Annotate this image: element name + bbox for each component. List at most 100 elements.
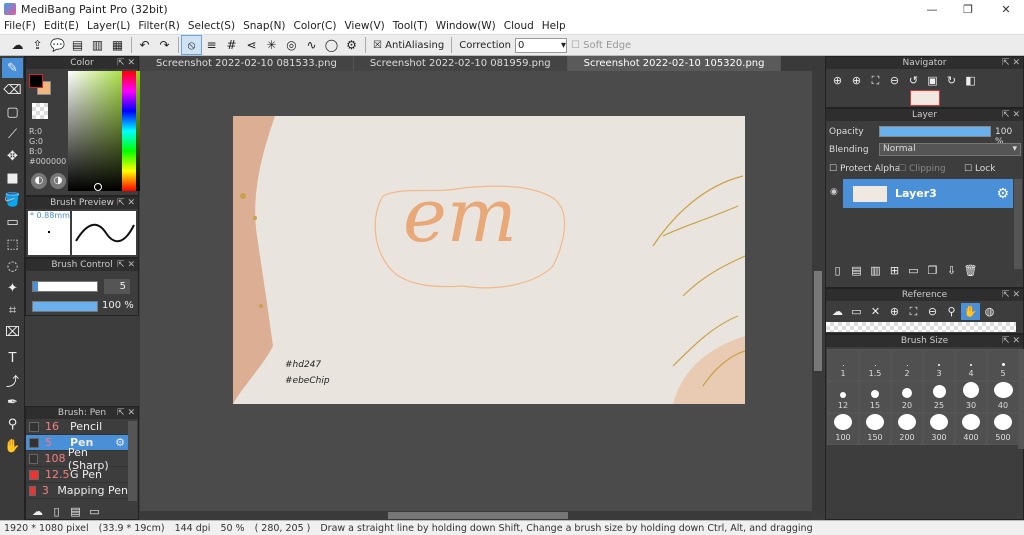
circle-snap-icon[interactable]: ◎	[282, 36, 301, 54]
folder-icon[interactable]: ▭	[85, 503, 104, 520]
blending-select[interactable]: Normal ▾	[879, 143, 1021, 156]
tab-document-1[interactable]: Screenshot 2022-02-10 081533.png	[140, 56, 354, 71]
gear-icon[interactable]: ⚙	[996, 186, 1009, 202]
delete-layer-icon[interactable]: 🗑	[961, 262, 980, 279]
cloud-download-icon[interactable]: ☁	[28, 503, 47, 520]
ellipse-snap-icon[interactable]: ◯	[322, 36, 341, 54]
zoom-out-icon[interactable]: ⊖	[923, 303, 942, 320]
layer-opacity-slider[interactable]	[879, 126, 991, 137]
panel-controls-icon[interactable]: ⇱ ✕	[1002, 335, 1020, 347]
panel-controls-icon[interactable]: ⇱ ✕	[1002, 109, 1020, 121]
menu-filter[interactable]: Filter(R)	[134, 20, 184, 32]
brush-size-cell[interactable]: 15	[859, 381, 891, 413]
pen-tool-icon[interactable]: ✒	[2, 392, 23, 412]
palette-icon[interactable]: ◐	[31, 173, 47, 189]
zoom-in-icon[interactable]: ⊕	[828, 72, 847, 89]
cross-snap-icon[interactable]: #	[222, 36, 241, 54]
lasso-tool-icon[interactable]: ◌	[2, 256, 23, 276]
minimize-button[interactable]: —	[914, 0, 950, 18]
brush-size-cell[interactable]: 1	[827, 349, 859, 381]
maximize-button[interactable]: ❐	[950, 0, 986, 18]
brush-size-cell[interactable]: 40	[987, 381, 1019, 413]
menu-file[interactable]: File(F)	[0, 20, 40, 32]
select-tool-icon[interactable]: ⬚	[2, 234, 23, 254]
cloud-upload-icon[interactable]: ☁	[828, 303, 847, 320]
new-layer-icon[interactable]: ▯	[828, 262, 847, 279]
brush-opacity-slider[interactable]	[32, 301, 98, 312]
brush-tool-icon[interactable]: ✎	[2, 58, 23, 78]
eraser-tool-icon[interactable]: ⌫	[2, 80, 23, 100]
menu-window[interactable]: Window(W)	[432, 20, 500, 32]
brush-size-cell[interactable]: 25	[923, 381, 955, 413]
correction-select[interactable]: 0 ▾	[514, 37, 567, 53]
menu-layer[interactable]: Layer(L)	[83, 20, 134, 32]
clipping-checkbox[interactable]: ☐ Clipping	[898, 164, 946, 174]
vertical-scroll-thumb[interactable]	[814, 271, 822, 371]
navigator-thumbnail[interactable]	[910, 90, 940, 106]
fill-shape-tool-icon[interactable]: ■	[2, 168, 23, 188]
snap-settings-icon[interactable]: ⚙	[342, 36, 361, 54]
move-tool-icon[interactable]: ✥	[2, 146, 23, 166]
panel-controls-icon[interactable]: ⇱ ✕	[117, 259, 135, 271]
brush-size-cell[interactable]: 12	[827, 381, 859, 413]
menu-view[interactable]: View(V)	[340, 20, 388, 32]
antialias-checkbox[interactable]: ☒ AntiAliasing	[373, 40, 444, 51]
new-8bit-layer-icon[interactable]: ▥	[866, 262, 885, 279]
tab-document-2[interactable]: Screenshot 2022-02-10 081959.png	[353, 56, 568, 71]
horizontal-scroll-thumb[interactable]	[388, 512, 568, 519]
flip-icon[interactable]: ◧	[961, 72, 980, 89]
menu-cloud[interactable]: Cloud	[500, 20, 538, 32]
brush-size-cell[interactable]: 100	[827, 413, 859, 445]
comment-icon[interactable]: 💬	[48, 36, 67, 54]
select-pen-tool-icon[interactable]: ⌗	[2, 300, 23, 320]
brush-size-cell[interactable]: 1.5	[859, 349, 891, 381]
protect-alpha-checkbox[interactable]: ☐ Protect Alpha	[829, 164, 900, 174]
menu-select[interactable]: Select(S)	[184, 20, 239, 32]
add-brush-icon[interactable]: ▯	[47, 503, 66, 520]
divide-tool-icon[interactable]: ⤴	[2, 370, 23, 390]
text-tool-icon[interactable]: T	[2, 348, 23, 368]
add-layer-menu-icon[interactable]: ⊞	[885, 262, 904, 279]
brush-item-mapping-pen[interactable]: 3 Mapping Pen	[26, 483, 128, 499]
brush-size-value[interactable]: 5	[104, 279, 130, 294]
parallel-snap-icon[interactable]: ≡	[202, 36, 221, 54]
snap-off-icon[interactable]: ⦸	[181, 35, 202, 55]
bucket-tool-icon[interactable]: 🪣	[2, 190, 23, 210]
lock-checkbox[interactable]: ☐ Lock	[964, 164, 995, 174]
panel-controls-icon[interactable]: ⇱ ✕	[117, 57, 135, 69]
brush-size-cell[interactable]: 30	[955, 381, 987, 413]
brush-size-cell[interactable]: 3	[923, 349, 955, 381]
merge-layer-icon[interactable]: ⇩	[942, 262, 961, 279]
brush-size-cell[interactable]: 20	[891, 381, 923, 413]
menu-edit[interactable]: Edit(E)	[40, 20, 83, 32]
hue-slider[interactable]	[122, 71, 136, 191]
layer-visibility-icon[interactable]: ◉	[830, 187, 838, 197]
folder-icon[interactable]: ▭	[904, 262, 923, 279]
magic-wand-tool-icon[interactable]: ✦	[2, 278, 23, 298]
panel-controls-icon[interactable]: ⇱ ✕	[1002, 289, 1020, 301]
zoom-out-icon[interactable]: ⊖	[885, 72, 904, 89]
brush-size-cell[interactable]: 200	[891, 413, 923, 445]
brush-size-slider[interactable]	[32, 281, 98, 292]
share-icon[interactable]: ⇪	[28, 36, 47, 54]
brush-size-cell[interactable]: 150	[859, 413, 891, 445]
rotate-right-icon[interactable]: ↻	[942, 72, 961, 89]
menu-tool[interactable]: Tool(T)	[389, 20, 432, 32]
new-halftone-layer-icon[interactable]: ▤	[847, 262, 866, 279]
canvas-horizontal-scrollbar[interactable]	[140, 511, 812, 520]
zoom-in-icon[interactable]: ⊕	[885, 303, 904, 320]
open-folder-icon[interactable]: ▭	[847, 303, 866, 320]
tab-document-3[interactable]: Screenshot 2022-02-10 105320.png	[567, 56, 782, 71]
hand-tool-icon[interactable]: ✋	[2, 436, 23, 456]
rotate-left-icon[interactable]: ↺	[904, 72, 923, 89]
select-eraser-tool-icon[interactable]: ⌧	[2, 322, 23, 342]
close-button[interactable]: ✕	[988, 0, 1024, 18]
brush-settings-icon[interactable]: ▤	[66, 503, 85, 520]
brush-size-scrollbar[interactable]	[1018, 349, 1024, 449]
vanishing-point-icon[interactable]: ⋖	[242, 36, 261, 54]
brush-size-cell[interactable]: 500	[987, 413, 1019, 445]
curve-snap-icon[interactable]: ∿	[302, 36, 321, 54]
note-icon[interactable]: ▤	[68, 36, 87, 54]
brush-size-cell[interactable]: 300	[923, 413, 955, 445]
undo-icon[interactable]: ↶	[135, 36, 154, 54]
